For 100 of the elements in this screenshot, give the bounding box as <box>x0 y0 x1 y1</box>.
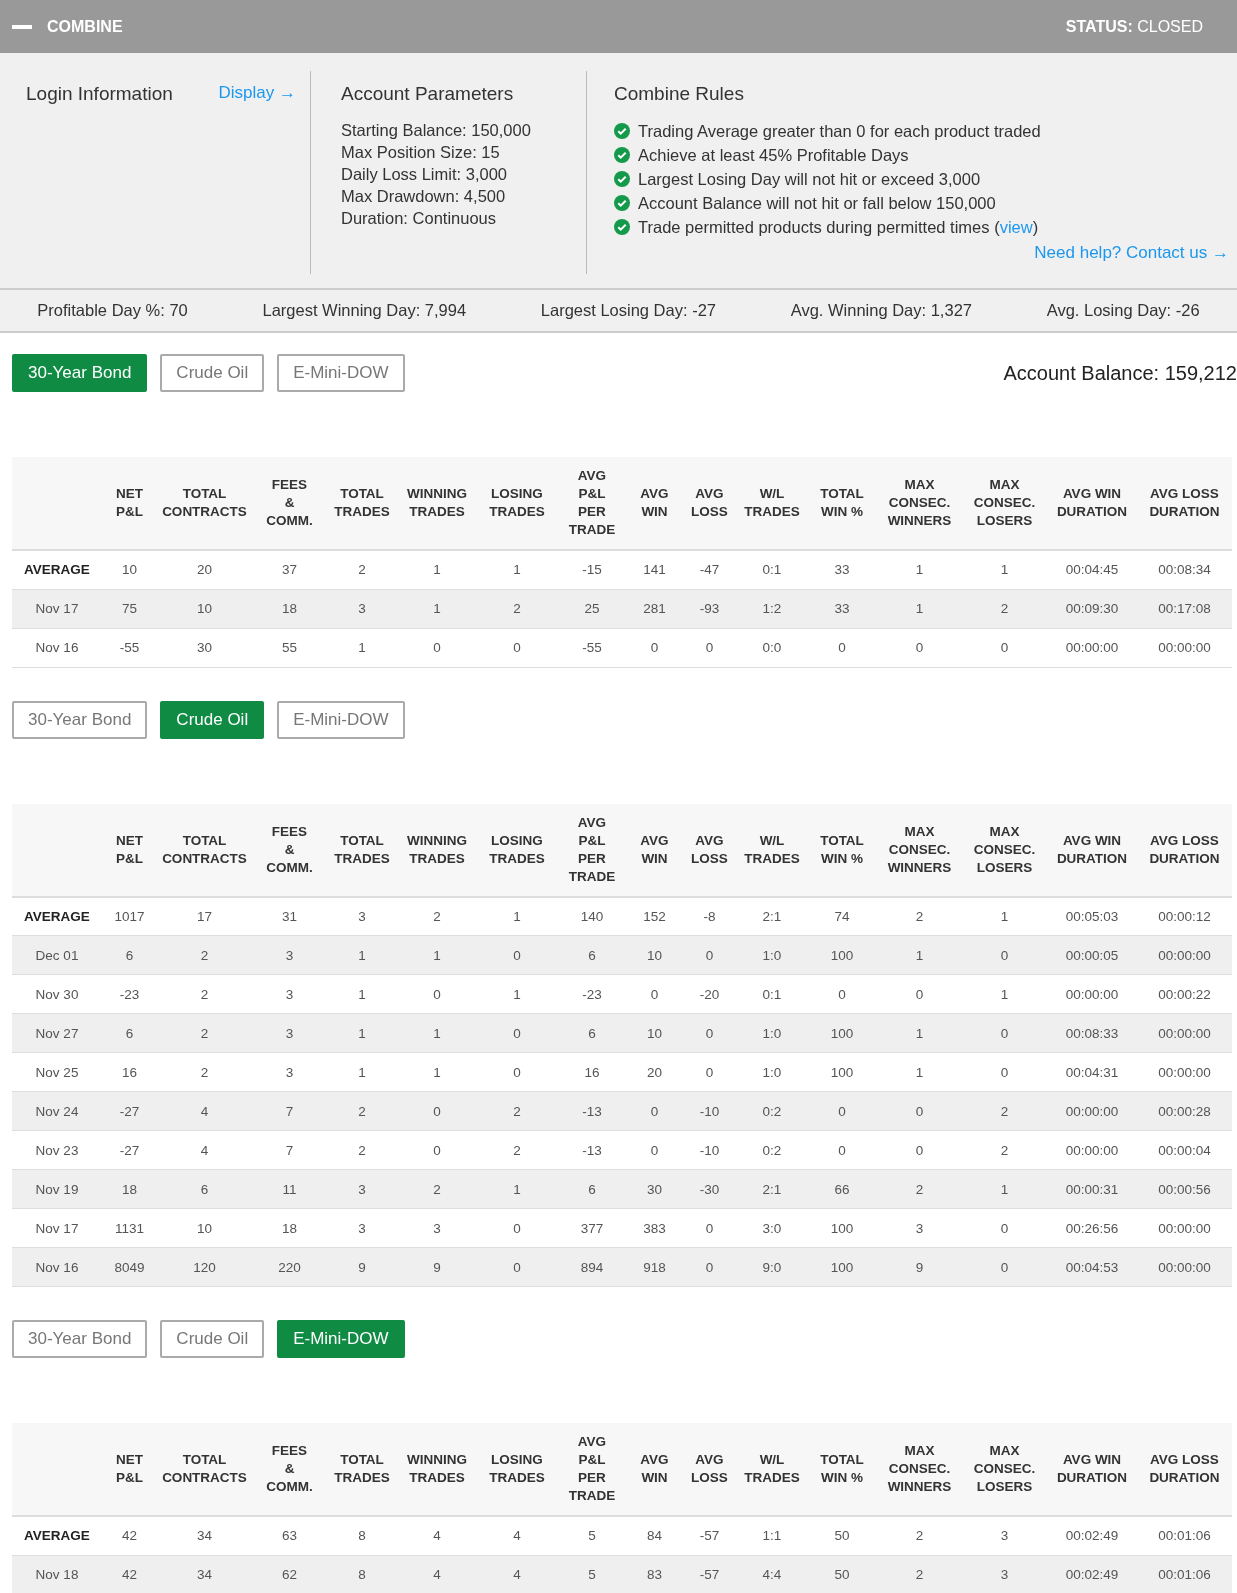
column-header: AVG WIN DURATION <box>1047 457 1137 550</box>
table-cell: 2 <box>877 1516 962 1555</box>
table-cell: 00:00:05 <box>1047 935 1137 975</box>
parameter-text: Max Drawdown: 4,500 <box>341 186 507 207</box>
column-header: AVG WIN DURATION <box>1047 1423 1137 1516</box>
rule-text: Trading Average greater than 0 for each product traded <box>638 121 1041 142</box>
table-cell: Nov 25 <box>12 1052 102 1092</box>
table-cell: 7 <box>252 1130 327 1170</box>
table-cell: 0 <box>477 1247 557 1287</box>
table-cell: 1 <box>877 589 962 628</box>
table-cell: 0 <box>807 628 877 667</box>
table-cell: -15 <box>557 550 627 589</box>
table-cell: 4 <box>477 1516 557 1555</box>
table-cell: 100 <box>807 1052 877 1092</box>
table-cell: 100 <box>807 935 877 975</box>
product-tab[interactable]: 30-Year Bond <box>12 700 148 739</box>
help-link[interactable]: Need help? Contact us → <box>1034 243 1229 263</box>
table-cell: 0 <box>397 1130 477 1170</box>
collapse-icon[interactable] <box>12 24 32 29</box>
table-cell: 3 <box>252 974 327 1014</box>
column-header: TOTAL TRADES <box>327 457 397 550</box>
table-cell: 1 <box>962 1169 1047 1209</box>
product-tab[interactable]: E-Mini-DOW <box>277 700 405 739</box>
table-cell: 3 <box>252 1052 327 1092</box>
table-cell: 6 <box>557 1169 627 1209</box>
column-header: W/L TRADES <box>737 1423 807 1516</box>
table-cell: -23 <box>102 974 157 1014</box>
table-cell: Nov 19 <box>12 1169 102 1209</box>
table-cell: 1 <box>962 550 1047 589</box>
table-cell: 00:00:00 <box>1137 628 1232 667</box>
table-cell: 3 <box>877 1208 962 1248</box>
table-cell: Nov 16 <box>12 1247 102 1287</box>
table-cell: 11 <box>252 1169 327 1209</box>
display-link[interactable]: Display → <box>218 83 296 103</box>
table-cell: 75 <box>102 589 157 628</box>
column-header: MAX CONSEC. WINNERS <box>877 457 962 550</box>
table-cell: 2 <box>962 589 1047 628</box>
table-cell: 3 <box>327 896 397 936</box>
column-header: MAX CONSEC. WINNERS <box>877 803 962 897</box>
product-tab[interactable]: 30-Year Bond <box>12 1320 148 1358</box>
column-header: WINNING TRADES <box>397 1423 477 1516</box>
table-cell: 0 <box>682 1052 737 1092</box>
table-cell: Nov 23 <box>12 1130 102 1170</box>
table-cell: 10 <box>157 589 252 628</box>
table-cell: -20 <box>682 974 737 1014</box>
table-cell: 8049 <box>102 1247 157 1287</box>
column-header: MAX CONSEC. LOSERS <box>962 803 1047 897</box>
column-header: WINNING TRADES <box>397 457 477 550</box>
table-cell: 1 <box>397 1013 477 1053</box>
product-tab[interactable]: Crude Oil <box>160 1320 265 1358</box>
table-cell: 0 <box>962 628 1047 667</box>
table-cell: 1017 <box>102 896 157 936</box>
table-cell: 00:08:33 <box>1047 1013 1137 1053</box>
table-cell: 2 <box>157 935 252 975</box>
table-cell: 1 <box>477 1169 557 1209</box>
table-cell: 00:09:30 <box>1047 589 1137 628</box>
view-link[interactable]: view <box>999 218 1033 236</box>
column-header: W/L TRADES <box>737 803 807 897</box>
table-cell: 0 <box>682 935 737 975</box>
table-cell: 6 <box>557 935 627 975</box>
product-tab[interactable]: E-Mini-DOW <box>277 354 405 392</box>
table-cell: 2 <box>877 896 962 936</box>
table-cell: 1:1 <box>737 1516 807 1555</box>
table-cell: 10 <box>157 1208 252 1248</box>
table-cell: 8 <box>327 1516 397 1555</box>
table-cell: 100 <box>807 1208 877 1248</box>
table-cell: 10 <box>627 935 682 975</box>
table-cell: 0 <box>477 1013 557 1053</box>
table-cell: 1 <box>397 589 477 628</box>
table-cell: 20 <box>627 1052 682 1092</box>
column-header: TOTAL CONTRACTS <box>157 1423 252 1516</box>
table-cell: 00:00:31 <box>1047 1169 1137 1209</box>
table-cell: 1 <box>477 896 557 936</box>
table-cell: 3 <box>327 1169 397 1209</box>
table-cell: 2 <box>157 1013 252 1053</box>
column-header: AVG WIN <box>627 1423 682 1516</box>
table-cell: 3 <box>252 1013 327 1053</box>
table-cell: 0 <box>477 628 557 667</box>
table-cell: 10 <box>102 550 157 589</box>
table-cell: -55 <box>102 628 157 667</box>
table-cell: 0 <box>682 1247 737 1287</box>
product-tab[interactable]: Crude Oil <box>160 700 265 739</box>
product-tab[interactable]: 30-Year Bond <box>12 354 148 392</box>
table-cell: -57 <box>682 1516 737 1555</box>
table-cell: 00:00:00 <box>1137 1013 1232 1053</box>
table-cell: 0 <box>627 628 682 667</box>
table-cell: 3 <box>962 1516 1047 1555</box>
product-tab[interactable]: E-Mini-DOW <box>277 1320 405 1358</box>
table-cell: 84 <box>627 1516 682 1555</box>
table-cell: Nov 18 <box>12 1555 102 1593</box>
table-cell: 0 <box>877 628 962 667</box>
table-cell: 00:00:00 <box>1047 628 1137 667</box>
table-cell: 0 <box>682 628 737 667</box>
table-cell: 55 <box>252 628 327 667</box>
table-cell: 00:00:04 <box>1137 1130 1232 1170</box>
column-header: LOSING TRADES <box>477 457 557 550</box>
table-cell: 0 <box>877 1130 962 1170</box>
table-cell: -30 <box>682 1169 737 1209</box>
product-tab[interactable]: Crude Oil <box>160 354 265 392</box>
parameter-text: Duration: Continuous <box>341 208 497 229</box>
